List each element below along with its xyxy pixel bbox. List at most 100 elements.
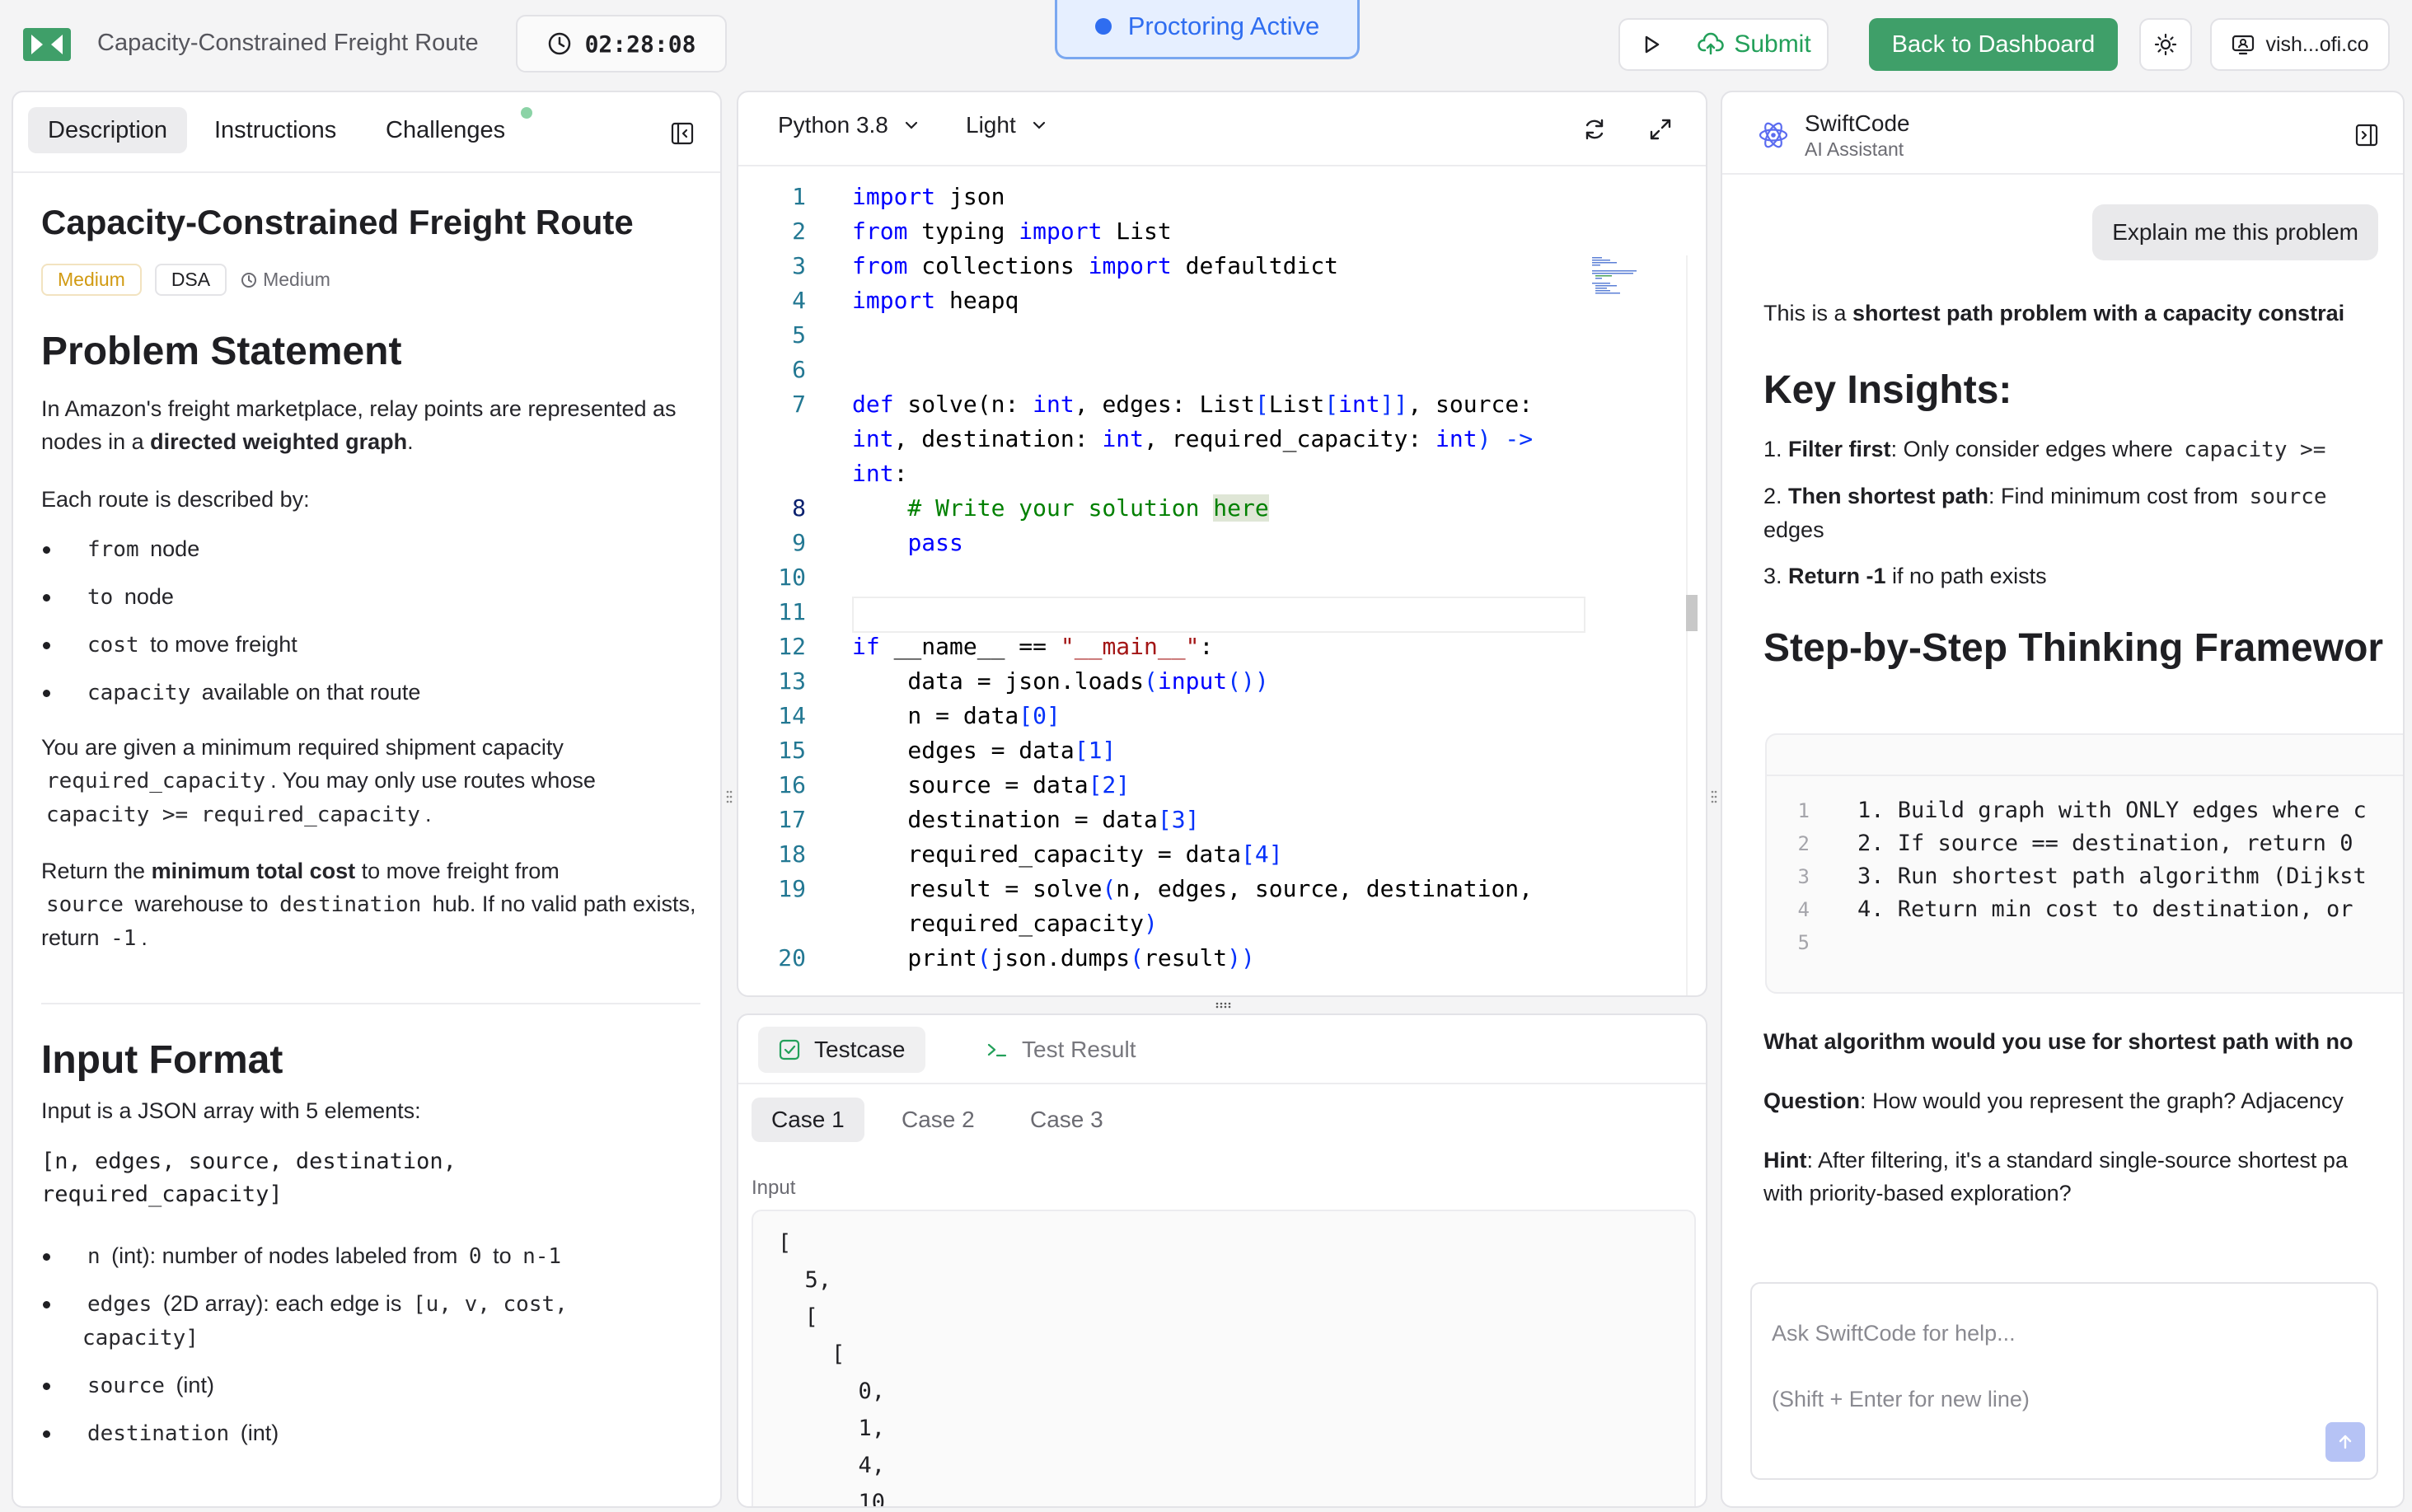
run-button[interactable]	[1618, 18, 1683, 71]
tab-description[interactable]: Description	[28, 107, 188, 153]
code-token: collections	[907, 252, 1089, 279]
ai-intro: This is a shortest path problem with a c…	[1763, 297, 2403, 330]
text: This is a	[1763, 301, 1853, 325]
line-number: 8	[792, 494, 806, 522]
ai-followup-question: What algorithm would you use for shortes…	[1763, 1025, 2403, 1058]
text: warehouse to	[134, 892, 269, 916]
chat-input[interactable]: Ask SwiftCode for help... (Shift + Enter…	[1750, 1282, 2378, 1480]
language-select[interactable]: Python 3.8	[778, 112, 920, 138]
code-token: input	[1157, 667, 1228, 695]
code-token: result = solve	[852, 875, 1103, 902]
field-code: to	[87, 585, 114, 610]
fullscreen-icon[interactable]	[1646, 115, 1674, 143]
intro-text-end: .	[407, 429, 414, 454]
code-token: solve(n:	[893, 391, 1033, 418]
field-code: n	[87, 1244, 101, 1269]
text: : After filtering, it's a standard singl…	[1806, 1148, 2348, 1173]
inline-code: -1	[110, 926, 137, 951]
route-description: Each route is described by:	[41, 487, 310, 512]
testcase-input-field[interactable]: [ 5, [ [ 0, 1, 4, 10	[752, 1210, 1696, 1506]
insight-item: 3. Return -1 if no path exists	[1763, 559, 2403, 592]
text: : Only consider edges where	[1890, 437, 2180, 461]
difficulty-badge: Medium	[41, 264, 142, 296]
text: to	[493, 1243, 512, 1268]
input-format-description: Input is a JSON array with 5 elements:	[41, 1098, 421, 1123]
text: . You may only use routes whose	[270, 768, 596, 793]
code-text: int, destination: int, required_capacity…	[852, 422, 1533, 456]
code-token: )	[1144, 910, 1158, 937]
user-menu-button[interactable]: vish...ofi.co	[2210, 18, 2390, 71]
insight-item: 1. Filter first: Only consider edges whe…	[1763, 433, 2403, 466]
code-token: edges = data	[852, 737, 1075, 764]
case-tab-2[interactable]: Case 2	[882, 1098, 995, 1142]
code-minimap[interactable]	[1592, 255, 1638, 295]
resize-handle-right[interactable]	[1711, 789, 1717, 804]
field-text: (int): number of nodes labeled from	[111, 1243, 458, 1268]
ai-assistant-panel: SwiftCode AI Assistant Explain me this p…	[1721, 91, 2405, 1508]
chevron-down-icon	[905, 121, 917, 129]
editor-theme-select[interactable]: Light	[966, 112, 1047, 138]
collapse-panel-icon[interactable]	[2353, 122, 2380, 148]
editor-toolbar: Python 3.8 Light	[738, 92, 1706, 166]
code-text: 2. If source == destination, return 0	[1857, 831, 2353, 856]
submit-button[interactable]: Submit	[1682, 18, 1829, 71]
code-text: from collections import defaultdict	[852, 249, 1338, 283]
clock-icon	[241, 272, 257, 288]
case-tab-3[interactable]: Case 3	[1010, 1098, 1123, 1142]
code-token: def	[852, 391, 894, 418]
line-number: 2	[1797, 832, 1810, 855]
tab-instructions[interactable]: Instructions	[194, 107, 356, 153]
resize-handle-left[interactable]	[726, 789, 733, 804]
code-token: [0]	[1019, 702, 1061, 729]
proctoring-status-dot	[1094, 17, 1112, 35]
code-token: ))	[1227, 944, 1255, 971]
text: to move freight from	[355, 859, 560, 883]
user-chat-message: Explain me this problem	[2092, 204, 2378, 260]
clock-icon	[548, 32, 570, 55]
bold-text: What algorithm would you use for shortes…	[1763, 1029, 2353, 1054]
play-icon	[1645, 35, 1659, 54]
line-number: 9	[792, 529, 806, 556]
list-item: capacity available on that route	[41, 676, 700, 709]
text: You are given a minimum required shipmen…	[41, 735, 564, 760]
code-token: [2]	[1088, 771, 1131, 798]
code-text: destination = data[3]	[852, 803, 1199, 837]
code-text: int:	[852, 456, 907, 491]
collapse-panel-icon[interactable]	[669, 120, 695, 147]
language-value: Python 3.8	[778, 112, 888, 138]
code-token: int	[1338, 391, 1380, 418]
theme-toggle-button[interactable]	[2139, 18, 2192, 71]
case-tab-1[interactable]: Case 1	[752, 1098, 864, 1142]
bold-text: Hint	[1763, 1148, 1807, 1173]
send-button[interactable]	[2325, 1422, 2365, 1462]
resize-handle-editor[interactable]	[1215, 1002, 1231, 1009]
tab-testcase[interactable]: Testcase	[758, 1027, 925, 1073]
code-token: print	[852, 944, 977, 971]
key-insights-heading: Key Insights:	[1763, 368, 2012, 412]
code-token: List	[1268, 391, 1325, 418]
editor-scrollbar-thumb[interactable]	[1686, 595, 1698, 631]
route-fields-list: from node to node cost to move freight c…	[41, 532, 700, 709]
field-text: to move freight	[150, 632, 297, 657]
code-text: pass	[852, 526, 963, 560]
code-token: List	[1102, 218, 1172, 245]
problem-title: Capacity-Constrained Freight Route	[41, 203, 634, 241]
code-token: source = data	[852, 771, 1089, 798]
back-to-dashboard-button[interactable]: Back to Dashboard	[1869, 18, 2118, 71]
text: with priority-based exploration?	[1763, 1181, 2072, 1205]
reset-code-icon[interactable]	[1581, 115, 1609, 143]
code-text: if __name__ == "__main__":	[852, 630, 1213, 664]
tab-test-result[interactable]: Test Result	[966, 1027, 1156, 1073]
code-token: , destination:	[893, 425, 1103, 452]
ai-assistant-name: SwiftCode	[1805, 110, 1910, 136]
code-token: :	[1199, 633, 1214, 660]
ai-followup: What algorithm would you use for shortes…	[1763, 1025, 2403, 1236]
line-number: 1	[1797, 799, 1810, 822]
tab-challenges[interactable]: Challenges	[366, 107, 525, 153]
code-text: required_capacity)	[852, 906, 1158, 941]
code-area[interactable]: 1 import json 2 from typing import List 3 f…	[738, 168, 1706, 995]
time-estimate-label: Medium	[263, 269, 330, 290]
code-token: pass	[907, 529, 963, 556]
line-number: 3	[792, 252, 806, 279]
line-number: 6	[792, 356, 806, 383]
